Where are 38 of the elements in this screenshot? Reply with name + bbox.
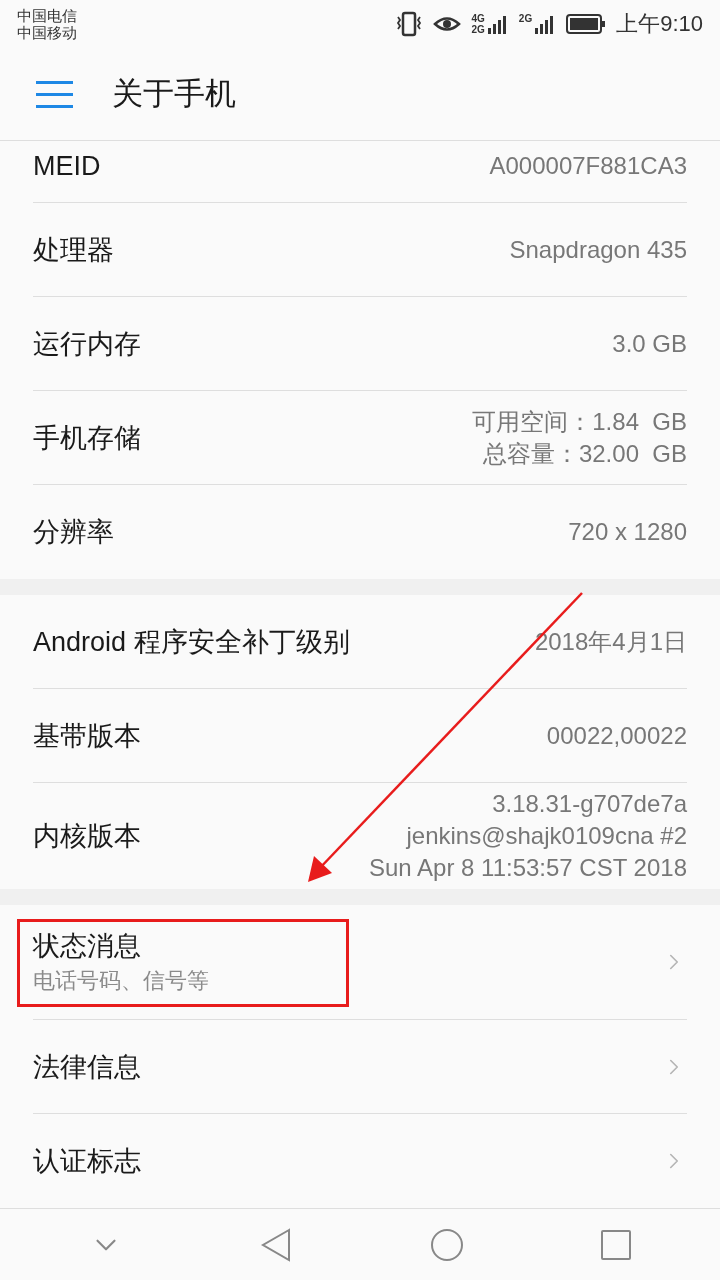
setting-label: 法律信息 bbox=[33, 1050, 141, 1084]
setting-value: 3.0 GB bbox=[612, 328, 687, 359]
home-icon[interactable] bbox=[429, 1227, 464, 1262]
vibrate-icon bbox=[395, 10, 424, 37]
setting-value: 3.18.31-g707de7a bbox=[492, 789, 687, 820]
setting-label: 内核版本 bbox=[33, 820, 141, 854]
page-title: 关于手机 bbox=[112, 74, 236, 113]
setting-label: MEID bbox=[33, 149, 101, 183]
setting-label: 基带版本 bbox=[33, 719, 141, 753]
setting-label: Android 程序安全补丁级别 bbox=[33, 625, 350, 659]
battery-icon bbox=[566, 12, 607, 35]
setting-value: 2018年4月1日 bbox=[534, 626, 687, 657]
setting-value: 00022,00022 bbox=[546, 720, 687, 751]
setting-value: 可用空间：1.84 GB bbox=[472, 406, 687, 437]
settings-item[interactable]: 认证标志 bbox=[33, 1114, 687, 1209]
setting-subtitle: 电话号码、信号等 bbox=[33, 967, 209, 996]
setting-value: jenkins@shajk0109cna #2 bbox=[406, 821, 687, 852]
setting-label: 处理器 bbox=[33, 233, 114, 267]
clock-time: 上午9:10 bbox=[616, 10, 703, 39]
network-label: 2G bbox=[471, 23, 485, 35]
setting-value: 总容量：32.00 GB bbox=[482, 438, 687, 469]
setting-label: 手机存储 bbox=[33, 421, 141, 455]
setting-value: 720 x 1280 bbox=[568, 517, 687, 548]
settings-item[interactable]: 法律信息 bbox=[33, 1020, 687, 1115]
setting-value: A000007F881CA3 bbox=[489, 150, 687, 181]
carrier-name: 中国移动 bbox=[17, 23, 77, 41]
network-label: 2G bbox=[518, 12, 533, 24]
carrier-name: 中国电信 bbox=[17, 6, 77, 24]
setting-value: Snapdragon 435 bbox=[509, 234, 687, 265]
back-icon[interactable] bbox=[260, 1227, 293, 1262]
setting-label: 分辨率 bbox=[33, 516, 114, 550]
setting-label: 认证标志 bbox=[33, 1145, 141, 1179]
recents-icon[interactable] bbox=[601, 1229, 632, 1260]
setting-label: 运行内存 bbox=[33, 327, 141, 361]
network-label: 4G bbox=[471, 12, 485, 24]
settings-item[interactable]: 状态消息 电话号码、信号等 bbox=[33, 905, 687, 1021]
setting-value: Sun Apr 8 11:53:57 CST 2018 bbox=[369, 853, 687, 884]
setting-label: 状态消息 bbox=[33, 930, 142, 964]
